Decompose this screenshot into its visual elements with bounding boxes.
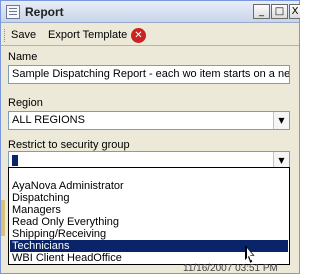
region-selected-value: ALL REGIONS	[12, 114, 85, 126]
region-label: Region	[8, 97, 43, 109]
name-label: Name	[8, 51, 38, 63]
report-app-icon	[6, 5, 20, 19]
save-button[interactable]: Save	[11, 29, 36, 41]
dropdown-option[interactable]: Managers	[10, 204, 288, 216]
dropdown-option[interactable]: Read Only Everything	[10, 216, 288, 228]
dropdown-option[interactable]: Shipping/Receiving	[10, 228, 288, 240]
toolbar: Save Export Template ✕	[1, 24, 299, 46]
security-group-label: Restrict to security group	[8, 139, 130, 151]
export-template-button[interactable]: Export Template	[48, 29, 127, 41]
dropdown-option[interactable]: Dispatching	[10, 192, 288, 204]
background-date-text: 11/16/2007 03:51 PM	[183, 263, 278, 274]
minimize-button[interactable]: _	[253, 4, 270, 19]
chevron-down-icon[interactable]: ▼	[273, 112, 289, 129]
dropdown-option[interactable]	[10, 168, 288, 180]
window-title: Report	[25, 5, 64, 19]
toolbar-grip-icon[interactable]	[4, 29, 6, 42]
close-window-button[interactable]: X	[289, 4, 300, 19]
report-window: Report _ □ X Save Export Template ✕ Name…	[0, 0, 300, 274]
region-select[interactable]: ALL REGIONS ▼	[8, 111, 290, 130]
name-field[interactable]: Sample Dispatching Report - each wo item…	[8, 65, 290, 84]
dropdown-option[interactable]: AyaNova Administrator	[10, 180, 288, 192]
background-panel-edge	[1, 200, 5, 236]
text-caret	[12, 155, 18, 166]
close-icon[interactable]: ✕	[131, 28, 146, 43]
maximize-button[interactable]: □	[271, 4, 288, 19]
title-bar[interactable]: Report _ □ X	[1, 1, 300, 23]
